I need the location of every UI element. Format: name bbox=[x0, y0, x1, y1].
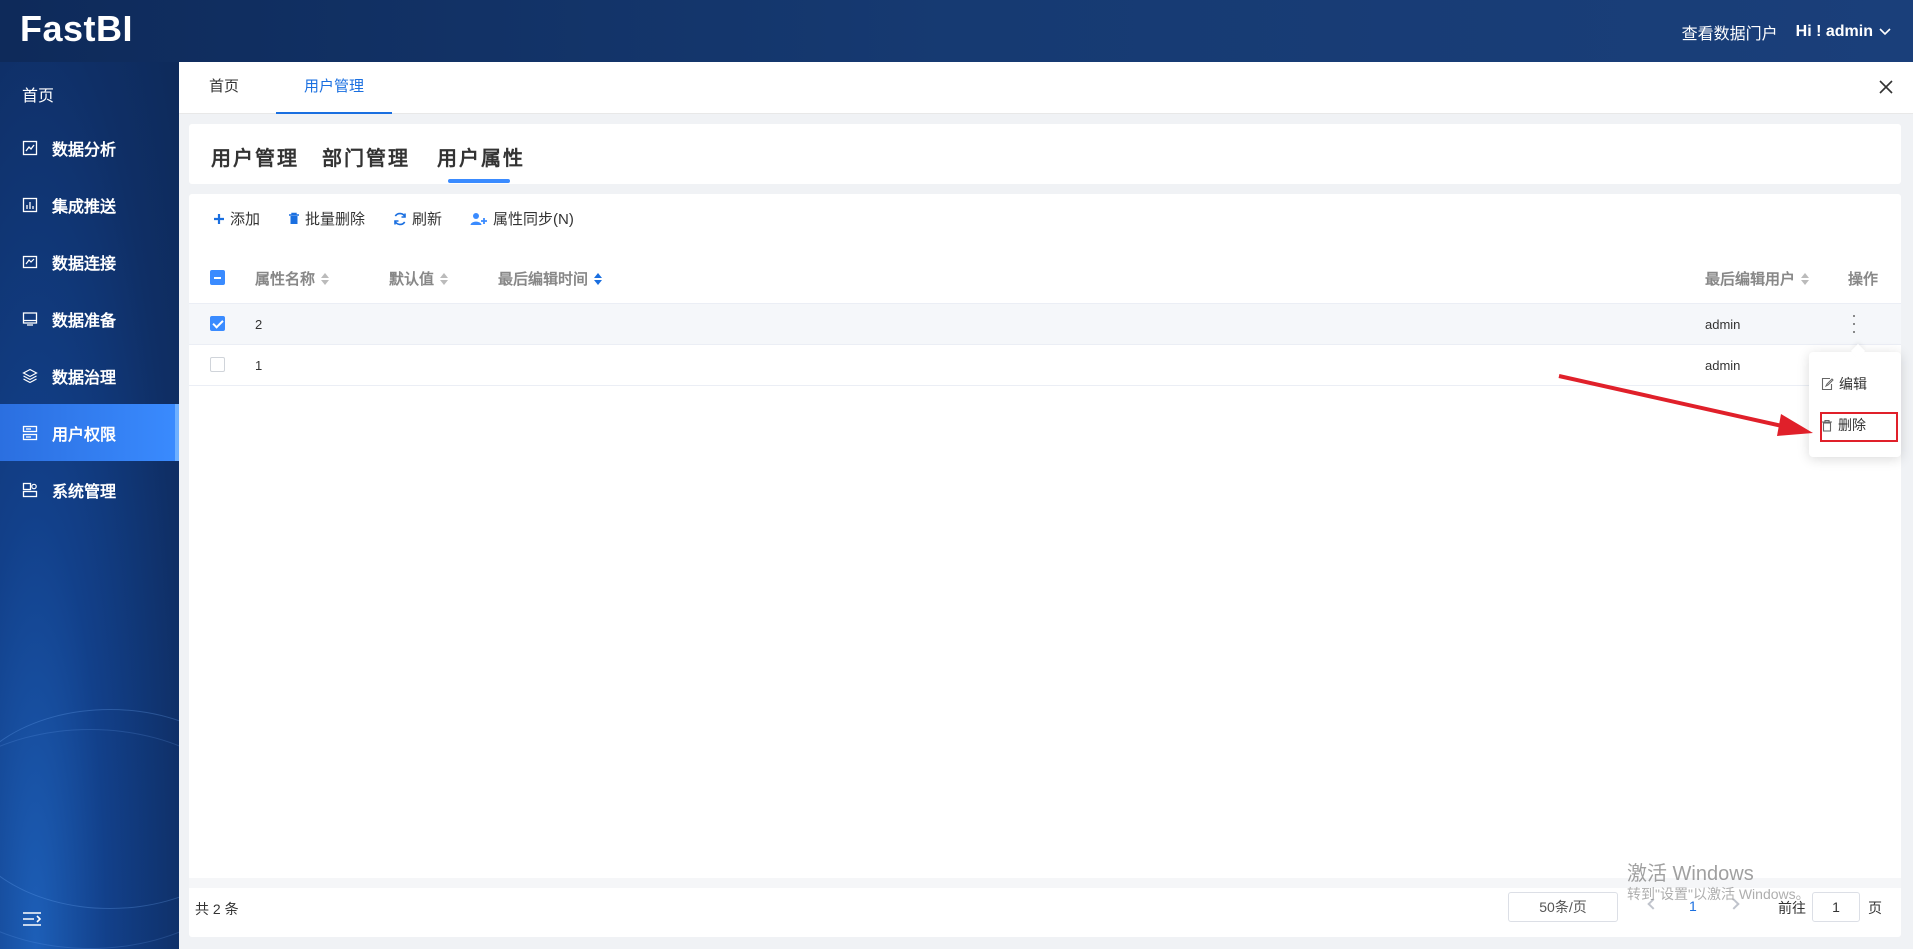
sidebar: 首页 数据分析 集成推送 数据连接 数据准备 数据治理 用户权限 系统管理 bbox=[0, 62, 179, 949]
cell-name: 2 bbox=[255, 317, 263, 332]
user-permission-icon bbox=[22, 425, 38, 440]
sidebar-item-data-governance[interactable]: 数据治理 bbox=[0, 347, 179, 404]
sidebar-item-label: 数据准备 bbox=[52, 312, 117, 330]
subtab-department-management[interactable]: 部门管理 bbox=[322, 142, 410, 171]
sidebar-item-integration-push[interactable]: 集成推送 bbox=[0, 176, 179, 233]
column-label: 属性名称 bbox=[255, 271, 316, 288]
sidebar-item-system-management[interactable]: 系统管理 bbox=[0, 461, 179, 518]
user-menu[interactable]: Hi ! admin bbox=[1796, 23, 1891, 41]
layers-icon bbox=[22, 368, 38, 383]
windows-activation-watermark: 激活 Windows bbox=[1627, 863, 1754, 885]
row-checkbox[interactable] bbox=[210, 357, 225, 372]
goto-page-input[interactable]: 1 bbox=[1812, 892, 1860, 922]
plus-icon bbox=[214, 213, 224, 224]
sidebar-item-data-prep[interactable]: 数据准备 bbox=[0, 290, 179, 347]
delete-highlight-box bbox=[1820, 412, 1898, 442]
add-button[interactable]: 添加 bbox=[213, 208, 260, 229]
edit-menu-item[interactable]: 编辑 bbox=[1821, 374, 1867, 394]
windows-activation-hint: 转到"设置"以激活 Windows。 bbox=[1627, 886, 1810, 902]
cell-name: 1 bbox=[255, 358, 263, 373]
subtab-user-attributes[interactable]: 用户属性 bbox=[437, 142, 525, 171]
sort-icon[interactable] bbox=[1801, 272, 1810, 285]
sort-icon[interactable] bbox=[440, 272, 449, 285]
subtab-user-management[interactable]: 用户管理 bbox=[211, 142, 299, 171]
sidebar-item-label: 数据治理 bbox=[52, 369, 117, 387]
attribute-sync-button[interactable]: 属性同步(N) bbox=[470, 208, 574, 229]
column-header-last-edit-time[interactable]: 最后编辑时间 bbox=[498, 268, 603, 289]
refresh-label: 刷新 bbox=[412, 211, 443, 228]
edit-icon bbox=[1821, 377, 1834, 391]
sort-icon[interactable] bbox=[321, 272, 330, 285]
app-logo[interactable]: FastBI bbox=[20, 8, 133, 50]
refresh-icon bbox=[394, 212, 406, 225]
sidebar-item-home[interactable]: 首页 bbox=[22, 82, 54, 106]
attribute-sync-label: 属性同步(N) bbox=[493, 211, 574, 228]
top-bar: FastBI 查看数据门户 Hi ! admin bbox=[0, 0, 1913, 62]
column-label: 最后编辑用户 bbox=[1705, 271, 1796, 288]
chart-analysis-icon bbox=[22, 140, 38, 155]
sidebar-item-label: 数据连接 bbox=[52, 255, 117, 273]
select-all-checkbox[interactable] bbox=[210, 270, 225, 285]
cell-last-edit-user: admin bbox=[1705, 317, 1741, 332]
row-checkbox[interactable] bbox=[210, 316, 225, 331]
tab-bar: 首页 用户管理 bbox=[179, 62, 1913, 114]
page-unit-label: 页 bbox=[1868, 900, 1882, 916]
column-header-name[interactable]: 属性名称 bbox=[255, 268, 330, 289]
sidebar-item-label: 集成推送 bbox=[52, 198, 117, 216]
edit-label: 编辑 bbox=[1839, 376, 1867, 392]
column-header-default[interactable]: 默认值 bbox=[389, 268, 449, 289]
subtab-active-indicator bbox=[448, 179, 510, 183]
toolbar: 添加 批量删除 刷新 属性同步(N) bbox=[213, 208, 574, 229]
column-header-actions: 操作 bbox=[1848, 268, 1878, 289]
monitor-icon bbox=[22, 311, 38, 326]
chevron-down-icon bbox=[1879, 28, 1891, 36]
sidebar-item-label: 系统管理 bbox=[52, 483, 117, 501]
sort-icon[interactable] bbox=[594, 272, 603, 285]
sidebar-item-user-permission[interactable]: 用户权限 bbox=[0, 404, 179, 461]
table-header: 属性名称 默认值 最后编辑时间 最后编辑用户 操作 bbox=[189, 250, 1901, 304]
connection-icon bbox=[22, 255, 38, 268]
column-header-last-edit-user[interactable]: 最后编辑用户 bbox=[1705, 268, 1810, 289]
main-panel: 添加 批量删除 刷新 属性同步(N) 属性名称 默认值 最后编辑时间 最后编辑用… bbox=[189, 194, 1901, 937]
close-icon[interactable] bbox=[1877, 78, 1895, 96]
column-label: 操作 bbox=[1848, 271, 1879, 288]
header-right: 查看数据门户 Hi ! admin bbox=[1682, 20, 1891, 44]
total-count: 共 2 条 bbox=[195, 901, 239, 917]
sidebar-item-label: 用户权限 bbox=[52, 426, 117, 444]
portal-link[interactable]: 查看数据门户 bbox=[1682, 20, 1778, 44]
batch-delete-button[interactable]: 批量删除 bbox=[288, 208, 365, 229]
subtab-bar: 用户管理 部门管理 用户属性 bbox=[189, 124, 1901, 184]
column-label: 默认值 bbox=[389, 271, 435, 288]
refresh-button[interactable]: 刷新 bbox=[393, 208, 442, 229]
batch-delete-label: 批量删除 bbox=[305, 211, 366, 228]
user-add-icon bbox=[470, 212, 488, 225]
system-icon bbox=[22, 482, 38, 497]
bar-chart-icon bbox=[22, 197, 38, 212]
sidebar-item-label: 数据分析 bbox=[52, 141, 117, 159]
user-greeting: Hi ! admin bbox=[1795, 23, 1873, 40]
table-row[interactable]: 2 admin bbox=[189, 304, 1901, 345]
add-button-label: 添加 bbox=[230, 211, 261, 228]
sidebar-item-data-connection[interactable]: 数据连接 bbox=[0, 233, 179, 290]
annotation-arrow bbox=[1558, 374, 1813, 436]
trash-icon bbox=[289, 212, 300, 224]
sidebar-item-data-analysis[interactable]: 数据分析 bbox=[0, 119, 179, 176]
column-label: 最后编辑时间 bbox=[498, 271, 589, 288]
page-size-select[interactable]: 50条/页 bbox=[1508, 892, 1618, 922]
tab-home[interactable]: 首页 bbox=[209, 62, 239, 114]
more-actions-icon[interactable] bbox=[1852, 315, 1856, 333]
collapse-menu-icon[interactable] bbox=[22, 911, 42, 927]
tab-user-management[interactable]: 用户管理 bbox=[276, 62, 392, 114]
